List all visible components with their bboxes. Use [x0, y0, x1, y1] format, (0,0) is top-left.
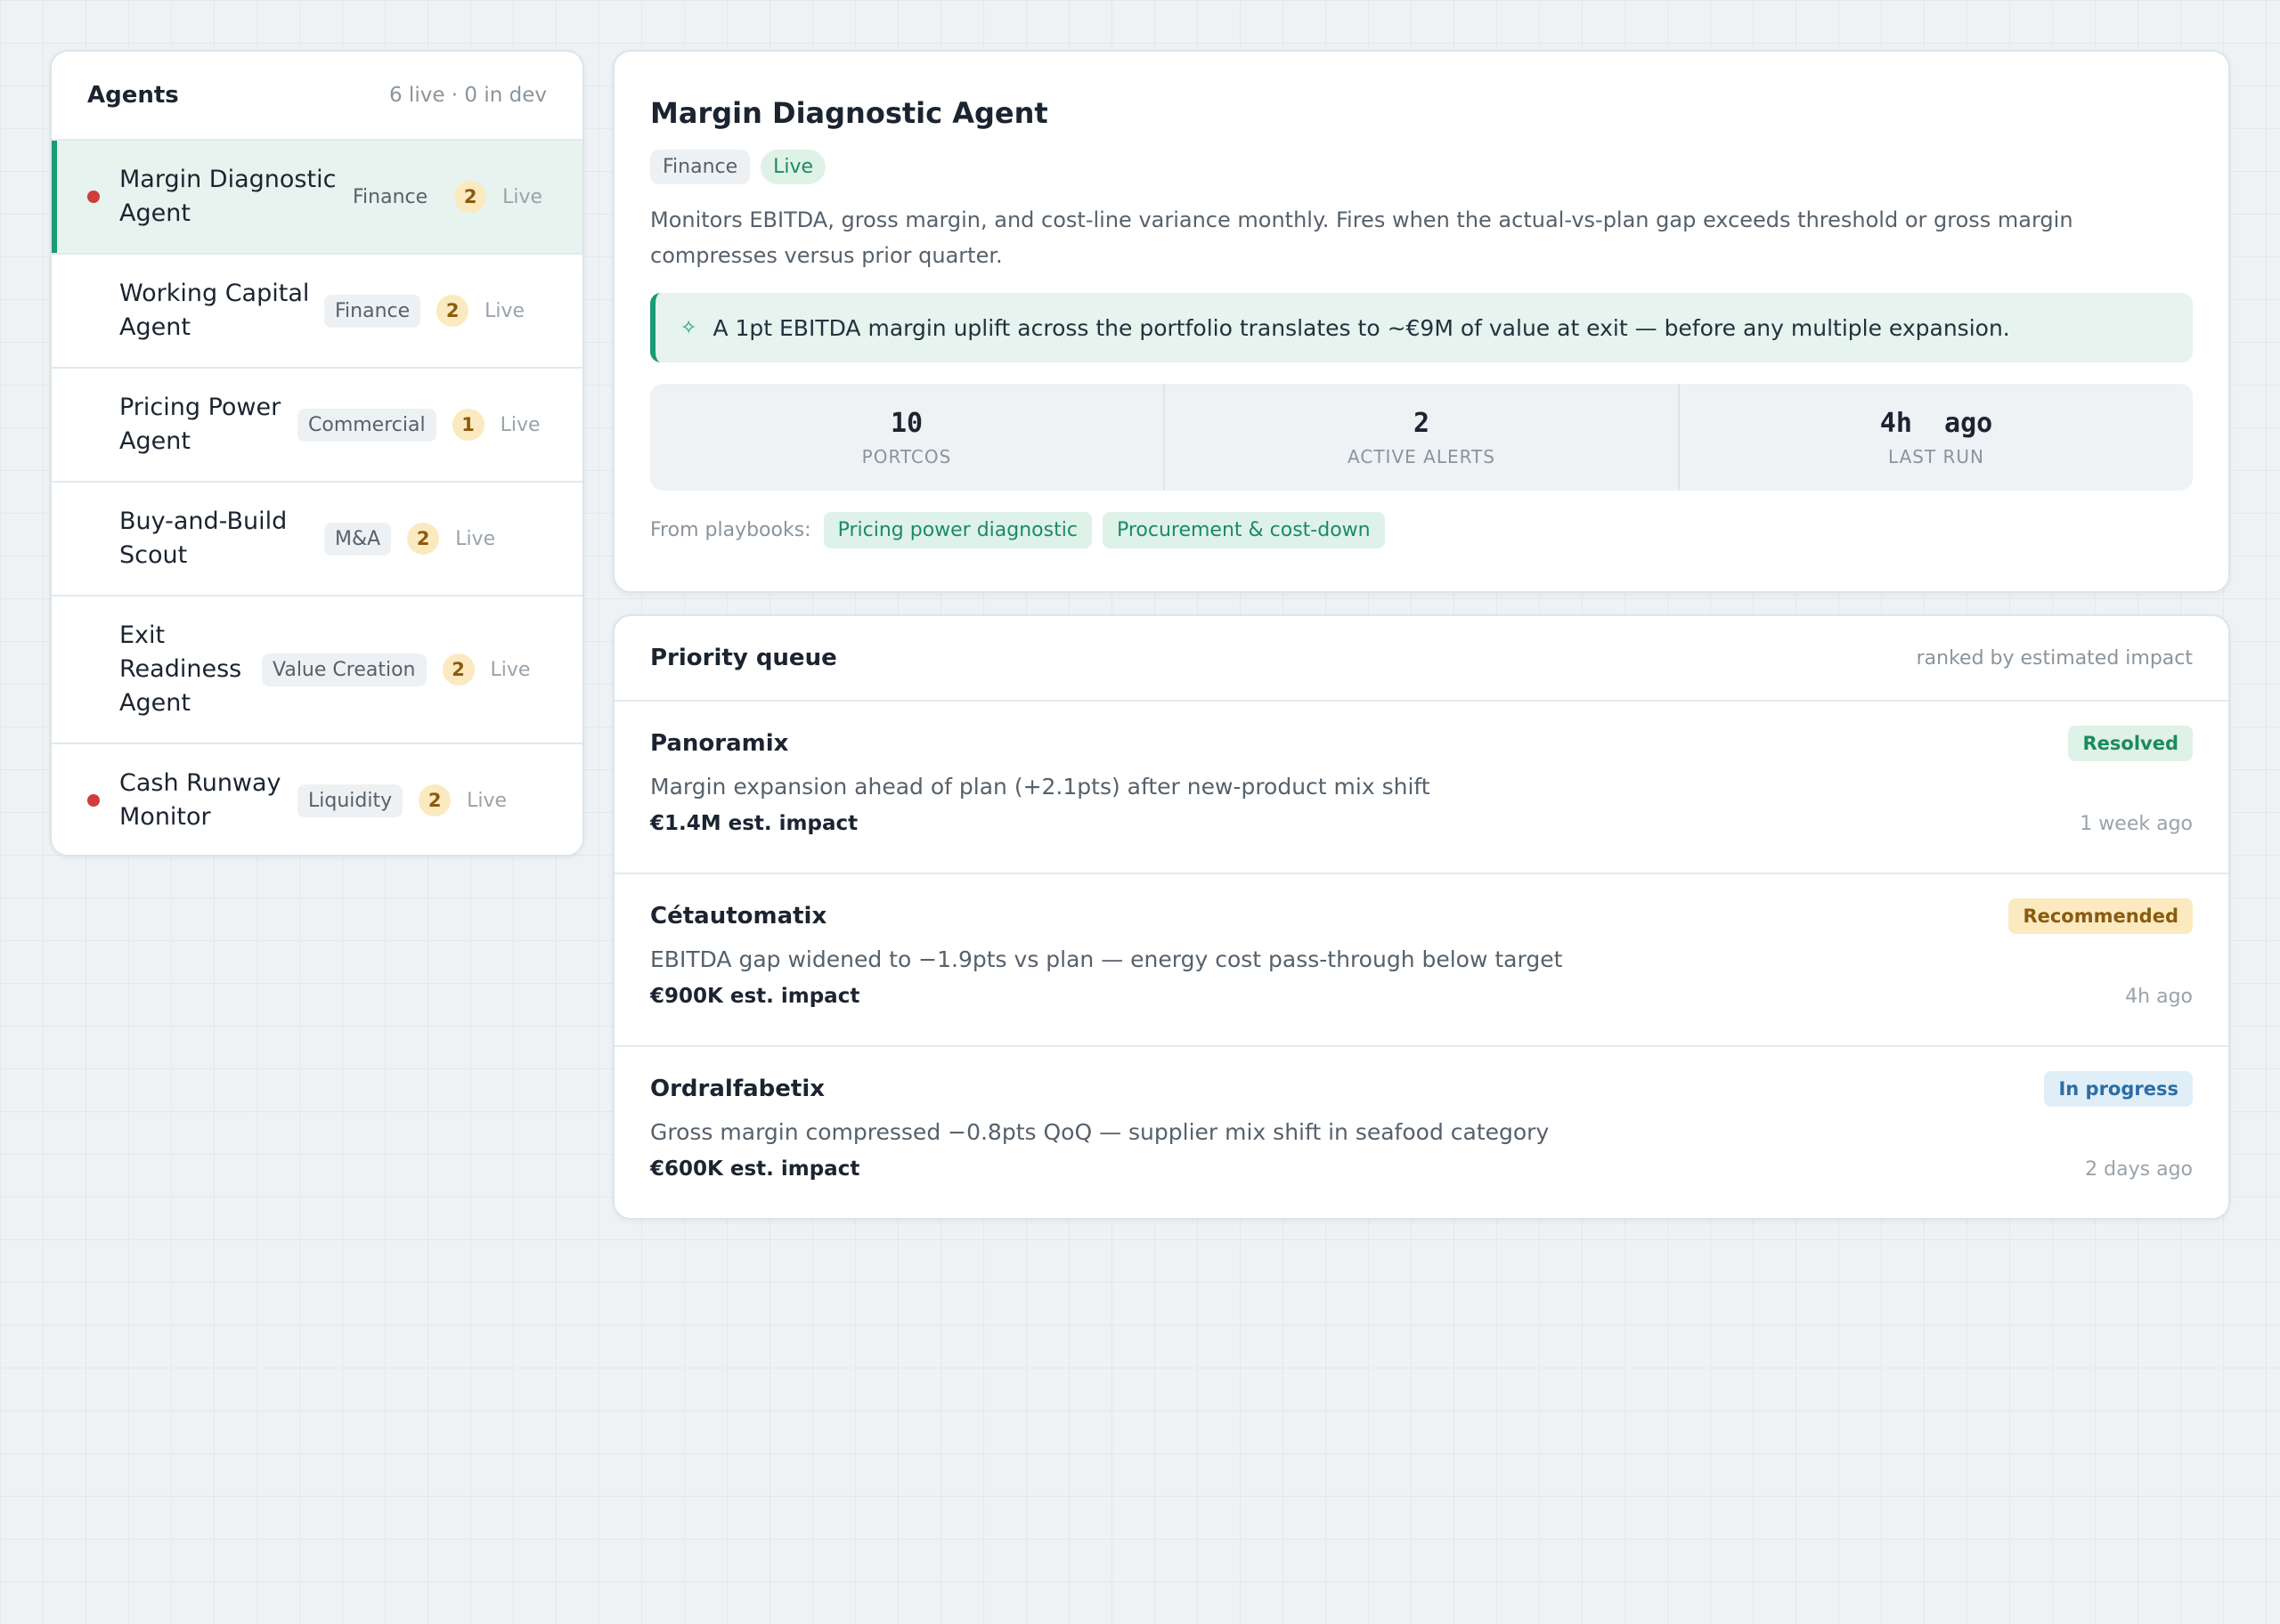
- stat-value: 2: [1413, 407, 1430, 439]
- stat-value: 10: [890, 407, 924, 439]
- stat-portcos: 10 PORTCOS: [650, 384, 1165, 491]
- queue-time: 4h ago: [2125, 985, 2193, 1008]
- agent-category-tag: Finance: [324, 294, 421, 328]
- sparkle-icon: ✧: [680, 316, 697, 339]
- agent-status: Live: [502, 185, 543, 208]
- stat-label: LAST RUN: [1887, 445, 1985, 467]
- agent-alert-count: 2: [442, 654, 475, 686]
- queue-impact: €900K est. impact: [650, 985, 860, 1008]
- agent-item-working-capital[interactable]: Working Capital Agent Finance 2 Live: [52, 255, 582, 369]
- agent-status: Live: [455, 527, 496, 550]
- agent-alert-count: 2: [436, 295, 469, 327]
- playbook-chip[interactable]: Pricing power diagnostic: [823, 512, 1092, 548]
- queue-description: Margin expansion ahead of plan (+2.1pts)…: [650, 774, 1430, 800]
- agent-name: Cash Runway Monitor: [119, 769, 281, 831]
- agent-item-buy-and-build[interactable]: Buy-and-Build Scout M&A 2 Live: [52, 483, 582, 597]
- agents-header: Agents 6 live · 0 in dev: [52, 52, 582, 141]
- agent-name: Pricing Power Agent: [119, 394, 281, 455]
- stat-active-alerts: 2 ACTIVE ALERTS: [1165, 384, 1680, 491]
- queue-item[interactable]: Ordralfabetix In progress Gross margin c…: [615, 1047, 2228, 1218]
- status-badge: Recommended: [2008, 898, 2193, 934]
- status-badge: Resolved: [2068, 726, 2193, 761]
- playbooks-row: From playbooks: Pricing power diagnostic…: [650, 512, 2193, 548]
- agent-alert-count: 1: [452, 409, 484, 441]
- alert-dot-icon: [87, 191, 100, 203]
- stat-value: 4h ago: [1879, 407, 1993, 439]
- agent-status: Live: [467, 789, 508, 812]
- agent-item-exit-readiness[interactable]: Exit Readiness Agent Value Creation 2 Li…: [52, 597, 582, 744]
- agent-name: Margin Diagnostic Agent: [119, 166, 337, 227]
- detail-description: Monitors EBITDA, gross margin, and cost-…: [650, 207, 2073, 268]
- agent-category-tag: Liquidity: [297, 784, 403, 817]
- queue-header: Priority queue ranked by estimated impac…: [615, 616, 2228, 702]
- insight-text: A 1pt EBITDA margin uplift across the po…: [712, 314, 2010, 341]
- stats-bar: 10 PORTCOS 2 ACTIVE ALERTS 4h ago LAST R…: [650, 384, 2193, 491]
- priority-queue-panel: Priority queue ranked by estimated impac…: [613, 614, 2230, 1220]
- stat-last-run: 4h ago LAST RUN: [1680, 384, 2193, 491]
- agent-status: Live: [484, 299, 525, 322]
- detail-title: Margin Diagnostic Agent: [650, 96, 1048, 130]
- alert-dot-icon: [87, 794, 100, 807]
- stat-label: ACTIVE ALERTS: [1348, 445, 1495, 467]
- agent-item-pricing-power[interactable]: Pricing Power Agent Commercial 1 Live: [52, 369, 582, 483]
- agent-name: Working Capital Agent: [119, 280, 310, 341]
- queue-sort-meta: ranked by estimated impact: [1916, 646, 2193, 670]
- status-badge: In progress: [2044, 1071, 2193, 1107]
- stat-label: PORTCOS: [861, 445, 952, 467]
- agent-detail-panel: Margin Diagnostic Agent Finance Live Mon…: [613, 50, 2230, 593]
- agent-status: Live: [490, 658, 531, 681]
- queue-impact: €600K est. impact: [650, 1157, 860, 1181]
- agent-name: Exit Readiness Agent: [119, 621, 242, 717]
- insight-callout: ✧ A 1pt EBITDA margin uplift across the …: [650, 293, 2193, 362]
- agent-alert-count: 2: [454, 181, 487, 213]
- category-pill: Finance: [650, 150, 751, 184]
- detail-tags: Finance Live: [650, 150, 2193, 184]
- agent-item-cash-runway[interactable]: Cash Runway Monitor Liquidity 2 Live: [52, 744, 582, 855]
- agent-category-tag: Commercial: [297, 408, 436, 442]
- agent-alert-count: 2: [407, 523, 440, 555]
- agents-count-meta: 6 live · 0 in dev: [388, 84, 547, 107]
- queue-description: Gross margin compressed −0.8pts QoQ — su…: [650, 1119, 1550, 1145]
- playbook-chip[interactable]: Procurement & cost-down: [1102, 512, 1385, 548]
- queue-title: Priority queue: [650, 645, 837, 671]
- agent-status: Live: [500, 413, 541, 436]
- queue-impact: €1.4M est. impact: [650, 812, 859, 835]
- queue-company: Panoramix: [650, 730, 789, 757]
- agents-panel: Agents 6 live · 0 in dev Margin Diagnost…: [50, 50, 584, 857]
- queue-description: EBITDA gap widened to −1.9pts vs plan — …: [650, 946, 1563, 972]
- agent-item-margin-diagnostic[interactable]: Margin Diagnostic Agent Finance 2 Live: [52, 141, 582, 255]
- queue-item[interactable]: Panoramix Resolved Margin expansion ahea…: [615, 702, 2228, 874]
- playbooks-label: From playbooks:: [650, 519, 811, 541]
- queue-time: 1 week ago: [2080, 812, 2193, 835]
- agents-title: Agents: [87, 82, 179, 109]
- agent-name: Buy-and-Build Scout: [119, 508, 288, 569]
- agent-category-tag: M&A: [324, 522, 392, 556]
- status-pill: Live: [761, 150, 826, 184]
- queue-item[interactable]: Cétautomatix Recommended EBITDA gap wide…: [615, 874, 2228, 1047]
- queue-time: 2 days ago: [2085, 1157, 2193, 1181]
- queue-company: Cétautomatix: [650, 903, 827, 930]
- agent-category-tag: Value Creation: [262, 653, 427, 686]
- queue-company: Ordralfabetix: [650, 1076, 826, 1102]
- agent-category-tag: Finance: [353, 185, 428, 208]
- agent-alert-count: 2: [419, 784, 452, 816]
